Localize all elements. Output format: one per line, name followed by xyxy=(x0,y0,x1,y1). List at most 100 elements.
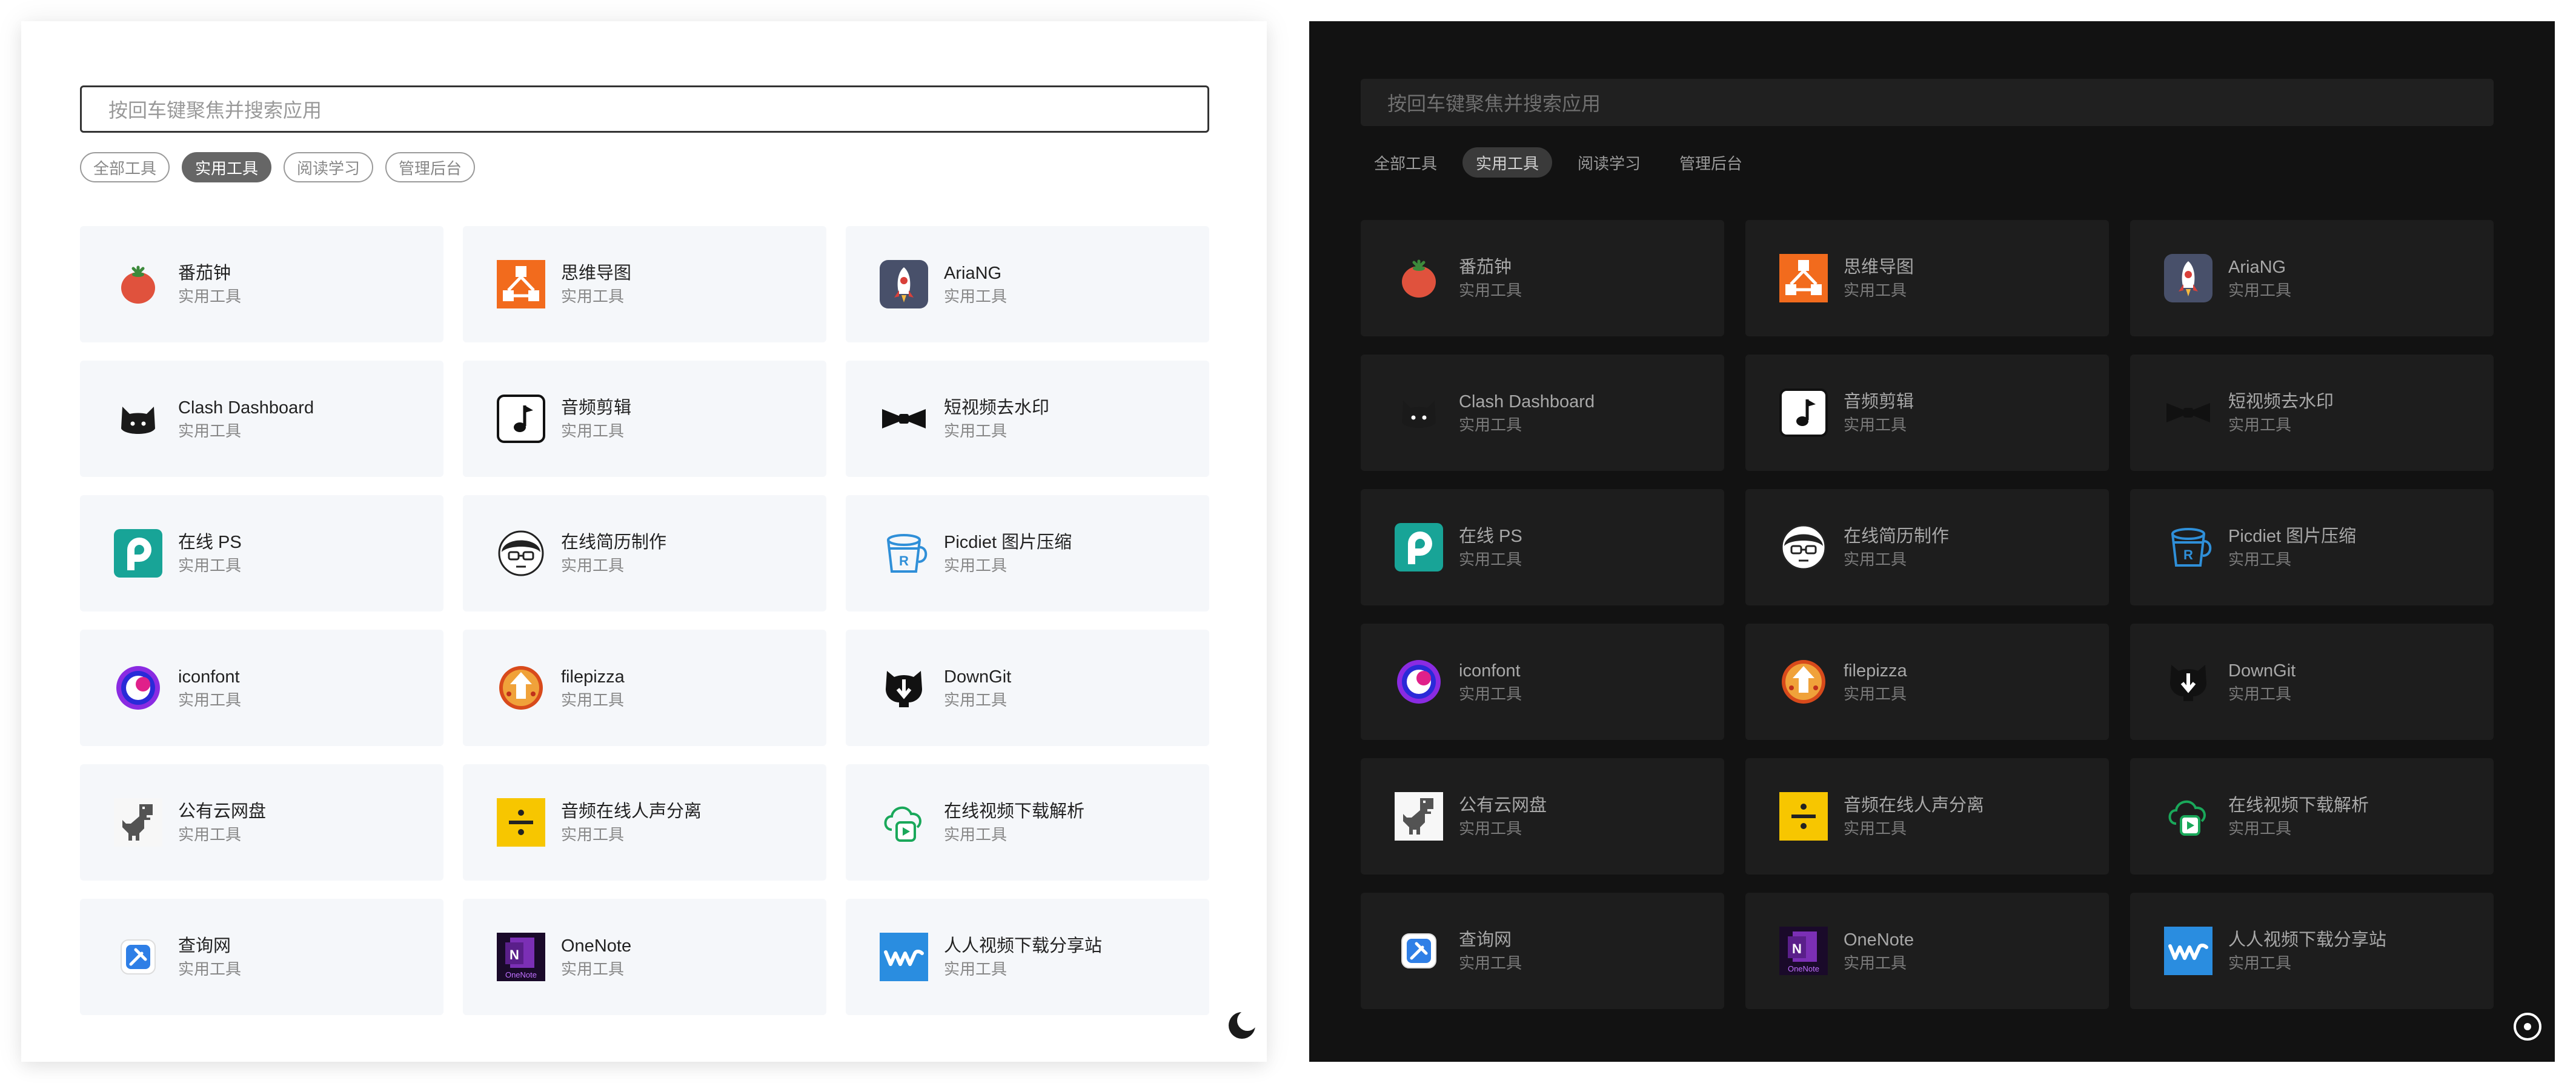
bowtie-icon xyxy=(880,395,928,443)
sun-icon[interactable] xyxy=(2512,1011,2543,1042)
tab-4[interactable]: 管理后台 xyxy=(385,152,476,182)
app-name: Picdiet 图片压缩 xyxy=(944,533,1072,552)
app-name: 公有云网盘 xyxy=(178,802,267,821)
app-card[interactable]: 在线 PS 实用工具 xyxy=(80,495,443,611)
app-category: 实用工具 xyxy=(2228,416,2292,434)
app-text: 番茄钟 实用工具 xyxy=(178,261,241,307)
app-card[interactable]: iconfont 实用工具 xyxy=(80,630,443,746)
app-card[interactable]: filepizza 实用工具 xyxy=(463,630,826,746)
app-card[interactable]: Clash Dashboard 实用工具 xyxy=(1361,355,1724,471)
app-category: 实用工具 xyxy=(2228,819,2292,838)
app-text: 在线视频下载解析 实用工具 xyxy=(2228,793,2369,839)
app-card[interactable]: DownGit 实用工具 xyxy=(2130,624,2494,740)
app-name: 在线简历制作 xyxy=(1844,527,1950,546)
app-text: Clash Dashboard 实用工具 xyxy=(178,396,314,442)
tab-2[interactable]: 实用工具 xyxy=(182,152,272,182)
app-card[interactable]: 音频在线人声分离 实用工具 xyxy=(1745,758,2109,875)
tab-2[interactable]: 实用工具 xyxy=(1462,147,1553,178)
app-text: 在线 PS 实用工具 xyxy=(178,530,242,576)
app-card[interactable]: 短视频去水印 实用工具 xyxy=(2130,355,2494,471)
app-card[interactable]: R Picdiet 图片压缩 实用工具 xyxy=(846,495,1209,611)
app-name: 思维导图 xyxy=(1844,258,1914,277)
search-input[interactable]: 按回车键聚焦并搜索应用 xyxy=(1361,79,2494,126)
app-text: 人人视频下载分享站 实用工具 xyxy=(2228,928,2386,974)
app-card[interactable]: 音频剪辑 实用工具 xyxy=(463,361,826,477)
app-card[interactable]: 短视频去水印 实用工具 xyxy=(846,361,1209,477)
app-card[interactable]: 查询网 实用工具 xyxy=(1361,893,1724,1009)
app-category: 实用工具 xyxy=(944,422,1007,440)
tab-1[interactable]: 全部工具 xyxy=(80,152,170,182)
app-card[interactable]: N OneNote OneNote 实用工具 xyxy=(1745,893,2109,1009)
tools-icon xyxy=(1395,927,1443,975)
iconfont-icon xyxy=(114,664,162,712)
app-card[interactable]: 在线视频下载解析 实用工具 xyxy=(846,764,1209,881)
dinosaur-icon xyxy=(114,798,162,847)
app-card[interactable]: 公有云网盘 实用工具 xyxy=(1361,758,1724,875)
moon-icon[interactable] xyxy=(1227,1010,1258,1041)
app-text: AriaNG 实用工具 xyxy=(944,261,1007,307)
app-name: 番茄钟 xyxy=(1459,258,1512,277)
svg-text:R: R xyxy=(2183,547,2193,562)
app-text: 音频在线人声分离 实用工具 xyxy=(1844,793,1984,839)
app-text: 查询网 实用工具 xyxy=(178,934,241,980)
app-card[interactable]: 公有云网盘 实用工具 xyxy=(80,764,443,881)
app-card[interactable]: 在线简历制作 实用工具 xyxy=(1745,489,2109,605)
app-text: 短视频去水印 实用工具 xyxy=(2228,390,2334,436)
app-category: 实用工具 xyxy=(2228,954,2292,972)
tab-3[interactable]: 阅读学习 xyxy=(284,152,374,182)
app-grid: 番茄钟 实用工具 思维导图 实用工具 AriaNG 实用工具 Clash Dashboard… xyxy=(1361,220,2494,1009)
cloud-video-icon xyxy=(2164,792,2213,841)
app-name: 音频剪辑 xyxy=(561,398,632,418)
avatar-glasses-icon xyxy=(497,529,545,578)
app-name: 思维导图 xyxy=(561,264,632,283)
app-card[interactable]: AriaNG 实用工具 xyxy=(2130,220,2494,336)
app-name: iconfont xyxy=(178,667,240,687)
app-card[interactable]: filepizza 实用工具 xyxy=(1745,624,2109,740)
app-card[interactable]: 音频剪辑 实用工具 xyxy=(1745,355,2109,471)
app-card[interactable]: 人人视频下载分享站 实用工具 xyxy=(846,899,1209,1015)
app-card[interactable]: 在线 PS 实用工具 xyxy=(1361,489,1724,605)
app-name: 在线 PS xyxy=(178,533,242,552)
app-card[interactable]: 在线视频下载解析 实用工具 xyxy=(2130,758,2494,875)
app-card[interactable]: 在线简历制作 实用工具 xyxy=(463,495,826,611)
dark-theme-panel: 按回车键聚焦并搜索应用 全部工具 实用工具 阅读学习 管理后台 番茄钟 实用工具 思维导图… xyxy=(1309,21,2555,1062)
app-card[interactable]: 思维导图 实用工具 xyxy=(463,226,826,342)
app-category: 实用工具 xyxy=(561,691,625,709)
app-card[interactable]: N OneNote OneNote 实用工具 xyxy=(463,899,826,1015)
app-card[interactable]: 人人视频下载分享站 实用工具 xyxy=(2130,893,2494,1009)
app-card[interactable]: 番茄钟 实用工具 xyxy=(1361,220,1724,336)
wave-logo-icon xyxy=(2164,927,2213,975)
app-card[interactable]: iconfont 实用工具 xyxy=(1361,624,1724,740)
tab-4[interactable]: 管理后台 xyxy=(1666,147,1756,178)
app-name: 音频剪辑 xyxy=(1844,392,1914,412)
app-card[interactable]: 音频在线人声分离 实用工具 xyxy=(463,764,826,881)
app-category: 实用工具 xyxy=(944,960,1007,978)
app-text: DownGit 实用工具 xyxy=(944,665,1011,711)
app-name: 在线视频下载解析 xyxy=(944,802,1085,821)
app-card[interactable]: AriaNG 实用工具 xyxy=(846,226,1209,342)
app-category: 实用工具 xyxy=(178,691,242,709)
app-name: iconfont xyxy=(1459,661,1521,681)
search-input[interactable]: 按回车键聚焦并搜索应用 xyxy=(80,85,1209,133)
app-card[interactable]: R Picdiet 图片压缩 实用工具 xyxy=(2130,489,2494,605)
app-name: Clash Dashboard xyxy=(1459,392,1595,412)
iconfont-icon xyxy=(1395,658,1443,706)
light-theme-panel: 按回车键聚焦并搜索应用 全部工具 实用工具 阅读学习 管理后台 番茄钟 实用工具 思维导图… xyxy=(21,21,1267,1062)
app-category: 实用工具 xyxy=(178,960,242,978)
tab-3[interactable]: 阅读学习 xyxy=(1564,147,1654,178)
app-card[interactable]: 思维导图 实用工具 xyxy=(1745,220,2109,336)
app-text: 思维导图 实用工具 xyxy=(1844,255,1914,301)
app-card[interactable]: DownGit 实用工具 xyxy=(846,630,1209,746)
app-text: 在线 PS 实用工具 xyxy=(1459,524,1522,570)
app-category: 实用工具 xyxy=(561,960,625,978)
svg-text:OneNote: OneNote xyxy=(1788,964,1819,973)
photopea-icon xyxy=(114,529,162,578)
app-card[interactable]: 查询网 实用工具 xyxy=(80,899,443,1015)
app-card[interactable]: Clash Dashboard 实用工具 xyxy=(80,361,443,477)
app-category: 实用工具 xyxy=(178,422,242,440)
app-grid: 番茄钟 实用工具 思维导图 实用工具 AriaNG 实用工具 Clash Dashboard… xyxy=(80,226,1209,1015)
tab-1[interactable]: 全部工具 xyxy=(1361,147,1450,178)
app-card[interactable]: 番茄钟 实用工具 xyxy=(80,226,443,342)
app-category: 实用工具 xyxy=(561,556,625,575)
onenote-icon: N OneNote xyxy=(497,933,545,981)
